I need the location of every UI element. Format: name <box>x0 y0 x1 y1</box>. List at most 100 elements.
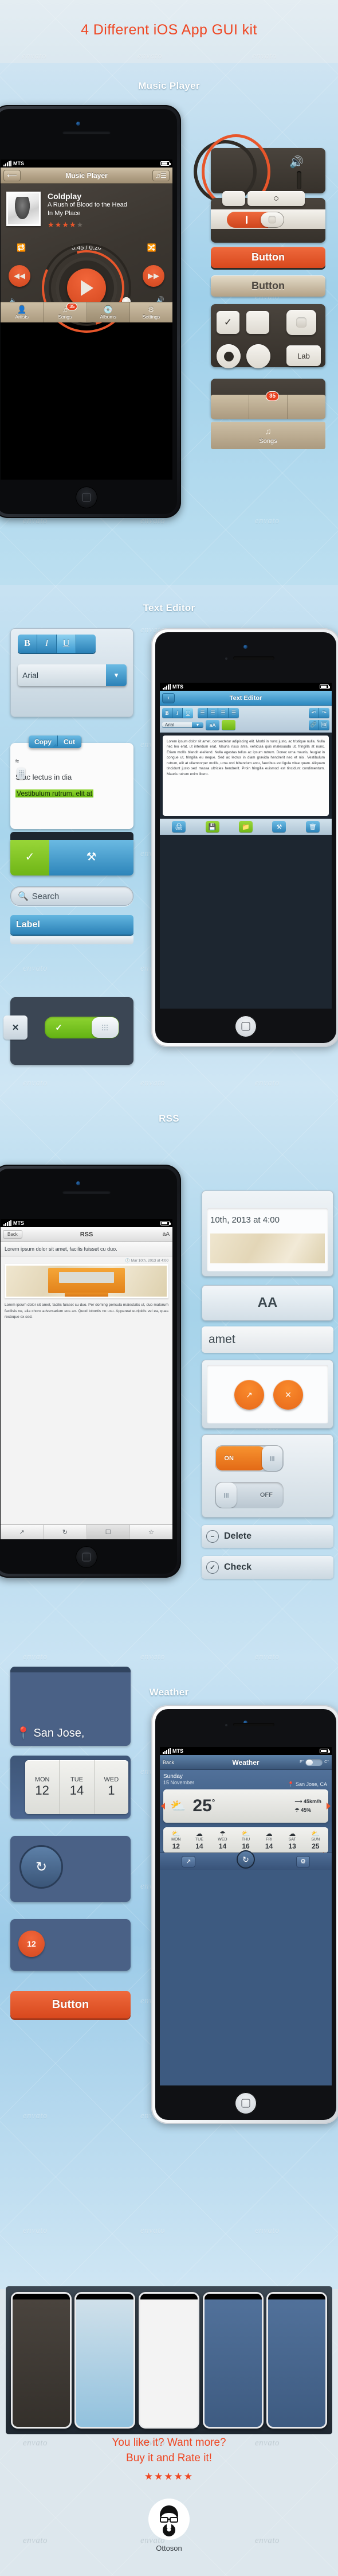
italic-button[interactable]: I <box>37 635 57 653</box>
search-input[interactable]: 🔍 Search <box>10 886 133 906</box>
save-icon[interactable]: 💾 <box>205 821 219 832</box>
folder-icon[interactable]: 📁 <box>238 821 253 832</box>
shuffle-icon[interactable]: 🔀 <box>147 243 156 252</box>
back-button[interactable]: Back <box>3 1230 22 1239</box>
songs-label-cell[interactable]: ♫ Songs <box>211 422 325 449</box>
print-icon[interactable]: 🖨 <box>172 821 186 832</box>
songs-cell[interactable] <box>288 395 325 419</box>
forecast-day[interactable]: ⛅ MON 12 <box>164 1830 188 1850</box>
text-size-card[interactable]: AA <box>202 1285 333 1321</box>
forecast-day[interactable]: ⛅ SUN 25 <box>304 1830 327 1850</box>
share-icon[interactable]: ↗ <box>182 1855 195 1867</box>
chevron-left-icon[interactable]: ‹ <box>162 692 175 703</box>
delete-button[interactable]: − Delete <box>202 1525 333 1548</box>
refresh-icon[interactable]: ↻ <box>237 1850 255 1869</box>
day-cell[interactable]: WED 1 <box>95 1760 128 1814</box>
bold-button[interactable]: B <box>18 635 37 653</box>
tab-inbox[interactable]: ☐ <box>87 1525 130 1539</box>
share-icon[interactable]: ↗ <box>234 1380 264 1410</box>
extra-button[interactable] <box>76 635 96 653</box>
toggle-on[interactable]: ON <box>215 1445 284 1472</box>
text-selection[interactable]: Vestibulum rutrum, elit at <box>15 789 94 797</box>
preview-weather-2[interactable] <box>266 2292 328 2429</box>
check-icon[interactable]: ✓ <box>10 838 49 875</box>
orange-button[interactable]: Button <box>211 247 325 268</box>
redo-icon[interactable]: ↷ <box>319 708 329 718</box>
link-icon[interactable]: 🔗 <box>309 720 319 730</box>
tab-albums[interactable]: 💿 Albums <box>87 302 130 322</box>
day-cell[interactable]: TUE 14 <box>60 1760 95 1814</box>
underline-button[interactable]: U <box>183 708 193 718</box>
tan-button[interactable]: Button <box>211 275 325 297</box>
text-editor-paper[interactable]: Lorem ipsum dolor sit amet, consectetur … <box>163 736 329 816</box>
color-swatch[interactable] <box>222 720 235 730</box>
cut-button[interactable]: Cut <box>58 736 81 748</box>
checkbox-checked[interactable]: ✓ <box>217 311 239 334</box>
selection-handle-left[interactable] <box>17 768 25 779</box>
songs-label-row[interactable]: ♫ Songs <box>211 422 325 449</box>
next-day-arrow[interactable] <box>327 1803 331 1810</box>
close-icon[interactable]: ✕ <box>3 1015 27 1040</box>
close-icon[interactable]: ✕ <box>273 1380 303 1410</box>
tab-songs[interactable]: ♫ 35 Songs <box>44 302 87 322</box>
check-button[interactable]: ✓ Check <box>202 1556 333 1579</box>
preview-text-editor[interactable] <box>74 2292 136 2429</box>
forecast-day[interactable]: ☁ SAT 13 <box>281 1830 304 1850</box>
font-select[interactable]: Arial ▾ <box>18 664 127 686</box>
align-right-icon[interactable]: ☰ <box>218 708 229 718</box>
kit-wide-button[interactable]: ○ <box>247 191 305 206</box>
italic-button[interactable]: I <box>172 708 183 718</box>
location-card[interactable]: 📍 San Jose, <box>10 1667 131 1746</box>
days-strip[interactable]: MON 12 TUE 14 WED 1 <box>25 1760 128 1814</box>
kit-label-button[interactable]: Lab <box>286 345 321 366</box>
toggle-off[interactable]: OFF <box>215 1482 284 1508</box>
trash-icon[interactable]: 🗑 <box>305 821 320 832</box>
rewind-icon[interactable]: ◀◀ <box>9 265 30 287</box>
green-toggle[interactable]: ✓ <box>45 1017 119 1038</box>
tab-share[interactable]: ↗ <box>1 1525 44 1539</box>
home-button[interactable] <box>235 1015 257 1037</box>
volume-slider-card[interactable]: 🔊 <box>194 134 325 209</box>
align-left-icon[interactable]: ☰ <box>198 708 208 718</box>
forecast-day[interactable]: ⛅ THU 16 <box>234 1830 258 1850</box>
checkbox-empty[interactable] <box>246 311 269 334</box>
gear-icon[interactable]: ⚙ <box>296 1855 310 1867</box>
rating-stars[interactable]: ★★★★★ <box>48 220 84 229</box>
weather-button[interactable]: Button <box>10 1991 131 2018</box>
undo-icon[interactable]: ↶ <box>309 708 319 718</box>
align-center-icon[interactable]: ☰ <box>208 708 218 718</box>
tab-star[interactable]: ☆ <box>130 1525 172 1539</box>
tab-refresh[interactable]: ↻ <box>44 1525 87 1539</box>
font-size-icon[interactable]: aA <box>206 720 219 730</box>
label-button[interactable]: Label <box>10 915 133 935</box>
forecast-day[interactable]: ☁ TUE 14 <box>188 1830 211 1850</box>
radio-selected[interactable] <box>217 344 241 368</box>
tab-artists[interactable]: 👤 Artists <box>1 302 44 322</box>
radio-empty[interactable] <box>246 344 270 368</box>
underline-button[interactable]: U <box>57 635 76 653</box>
align-justify-icon[interactable]: ☰ <box>229 708 239 718</box>
forecast-day[interactable]: ☂ WED 14 <box>211 1830 234 1850</box>
home-button[interactable] <box>235 2092 257 2114</box>
playlist-icon[interactable]: ♫☰ <box>152 169 170 181</box>
text-size-button[interactable]: aA <box>163 1231 170 1238</box>
preview-rss[interactable] <box>138 2292 199 2429</box>
tools-icon[interactable]: ⚒ <box>272 821 286 832</box>
home-button[interactable] <box>76 487 97 508</box>
kit-square-button[interactable] <box>222 191 245 206</box>
kit-rounded-button[interactable] <box>286 310 316 335</box>
music-toggle-switch[interactable] <box>227 212 284 228</box>
bold-button[interactable]: B <box>162 708 172 718</box>
forecast-day[interactable]: ☁ FRI 14 <box>257 1830 281 1850</box>
home-button[interactable] <box>76 1546 97 1568</box>
forward-icon[interactable]: ▶▶ <box>143 265 164 287</box>
refresh-icon[interactable]: ↻ <box>19 1845 63 1889</box>
preview-weather[interactable] <box>202 2292 264 2429</box>
prev-day-arrow[interactable] <box>161 1803 165 1810</box>
unit-toggle[interactable]: F° C° <box>300 1758 329 1766</box>
songs-cell[interactable] <box>211 395 249 419</box>
preview-music[interactable] <box>10 2292 72 2429</box>
back-button[interactable]: Back <box>163 1760 174 1765</box>
back-arrow-icon[interactable]: ⟵ <box>3 169 21 181</box>
font-select[interactable]: Arial ▾ <box>162 722 203 727</box>
